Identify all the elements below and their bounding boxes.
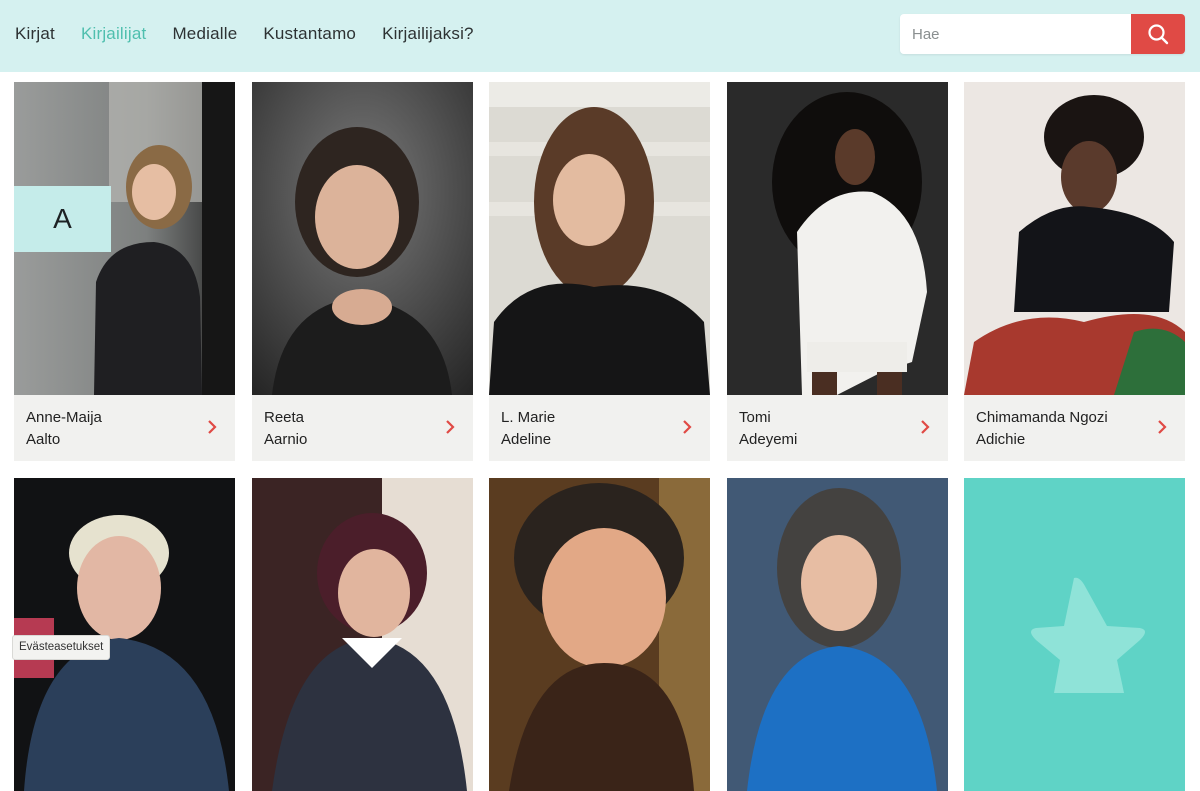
author-first-name: Tomi bbox=[739, 409, 771, 426]
placeholder-photo[interactable] bbox=[964, 478, 1185, 791]
author-photo[interactable] bbox=[489, 82, 710, 395]
author-caption: Reeta Aarnio bbox=[252, 395, 473, 461]
chevron-right-icon bbox=[208, 420, 217, 434]
top-navigation-bar: Kirjat Kirjailijat Medialle Kustantamo K… bbox=[0, 0, 1200, 72]
nav-item-kirjat[interactable]: Kirjat bbox=[15, 24, 55, 44]
chevron-right-icon bbox=[683, 420, 692, 434]
author-caption: Anne-Maija Aalto bbox=[14, 395, 235, 461]
author-last-name: Adichie bbox=[976, 431, 1026, 448]
author-last-name: Aarnio bbox=[264, 431, 308, 448]
author-first-name: Reeta bbox=[264, 409, 305, 426]
author-photo[interactable] bbox=[252, 82, 473, 395]
author-first-name: Anne-Maija bbox=[26, 409, 102, 426]
chevron-right-icon bbox=[1158, 420, 1167, 434]
author-caption: L. Marie Adeline bbox=[489, 395, 710, 461]
nav-item-medialle[interactable]: Medialle bbox=[172, 24, 237, 44]
author-caption: Chimamanda Ngozi Adichie bbox=[964, 395, 1185, 461]
author-first-name: L. Marie bbox=[501, 409, 556, 426]
section-letter: A bbox=[14, 186, 111, 252]
chevron-right-icon bbox=[446, 420, 455, 434]
search-bar bbox=[900, 14, 1185, 54]
search-icon bbox=[1148, 24, 1169, 45]
search-button[interactable] bbox=[1131, 14, 1185, 54]
author-photo[interactable] bbox=[489, 478, 710, 791]
author-photo[interactable] bbox=[964, 82, 1185, 395]
main-nav: Kirjat Kirjailijat Medialle Kustantamo K… bbox=[15, 24, 474, 44]
author-last-name: Adeyemi bbox=[739, 431, 798, 448]
author-photo[interactable] bbox=[727, 82, 948, 395]
author-photo[interactable] bbox=[727, 478, 948, 791]
nav-item-kustantamo[interactable]: Kustantamo bbox=[263, 24, 356, 44]
author-last-name: Aalto bbox=[26, 431, 61, 448]
author-last-name: Adeline bbox=[501, 431, 552, 448]
author-caption: Tomi Adeyemi bbox=[727, 395, 948, 461]
author-photo[interactable] bbox=[252, 478, 473, 791]
chevron-right-icon bbox=[921, 420, 930, 434]
author-first-name: Chimamanda Ngozi bbox=[976, 409, 1108, 426]
nav-item-kirjailijat[interactable]: Kirjailijat bbox=[81, 24, 147, 44]
cookie-settings-button[interactable]: Evästeasetukset bbox=[12, 635, 111, 660]
search-input[interactable] bbox=[900, 14, 1131, 54]
nav-item-kirjailijaksi[interactable]: Kirjailijaksi? bbox=[382, 24, 474, 44]
